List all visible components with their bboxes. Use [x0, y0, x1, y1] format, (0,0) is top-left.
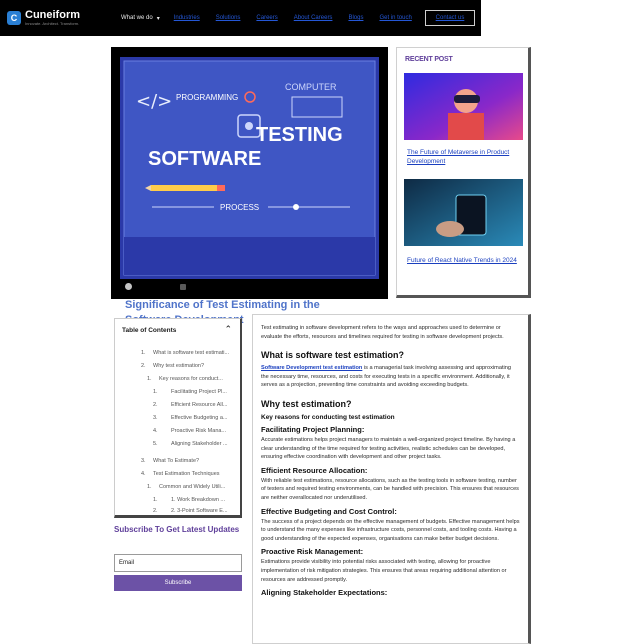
toc-item[interactable]: 3. What To Estimate? — [141, 458, 199, 464]
toc-item[interactable]: 1. Key reasons for conduct... — [147, 376, 223, 382]
toc-item[interactable]: 2. Why test estimation? — [141, 363, 204, 369]
nav-link-blogs[interactable]: Blogs — [348, 15, 363, 21]
what-paragraph: Software Development test estimation is … — [261, 365, 511, 389]
article-intro: Test estimating in software development … — [261, 325, 504, 340]
heading-efficient: Efficient Resource Allocation: — [261, 465, 368, 475]
nav-links: Industries Solutions Careers About Caree… — [174, 15, 428, 21]
hero-text-programming: PROGRAMMING — [176, 93, 238, 102]
software-development-link[interactable]: Software Development test estimation — [261, 365, 362, 371]
recent-post-panel: RECENT POST The Future of Metaverse in P… — [396, 47, 531, 298]
hero-text-testing: TESTING — [256, 124, 343, 146]
logo-tagline: Innovate. Architect. Transform. — [25, 21, 80, 26]
toc-item[interactable]: 5. Aligning Stakeholder ... — [153, 441, 228, 447]
chevron-up-icon[interactable]: ⌃ — [224, 324, 232, 335]
top-navbar: C Cuneiform Innovate. Architect. Transfo… — [0, 0, 481, 36]
chevron-down-icon: ▾ — [156, 15, 160, 22]
hero-card[interactable]: </> PROGRAMMING COMPUTER TESTING SOFTWAR… — [111, 47, 388, 326]
toc-item[interactable]: 1. What is software test estimati... — [141, 350, 229, 356]
logo-icon: C — [7, 11, 21, 25]
post-title-metaverse[interactable]: The Future of Metaverse in Product Devel… — [407, 148, 522, 166]
author-avatar — [125, 283, 132, 290]
toc-item[interactable]: 4. Proactive Risk Mana... — [153, 428, 226, 434]
risk-paragraph: Estimations provide visibility into pote… — [261, 559, 507, 583]
hero-text-process: PROCESS — [220, 203, 259, 212]
logo[interactable]: C Cuneiform Innovate. Architect. Transfo… — [7, 10, 80, 26]
hero-meta — [125, 283, 186, 290]
post-image-metaverse[interactable] — [404, 73, 523, 140]
toc-item[interactable]: 2. 2. 3-Point Software E... — [153, 508, 228, 514]
table-of-contents: Table of Contents ⌃ 1. What is software t… — [114, 318, 242, 518]
subscribe-button[interactable]: Subscribe — [114, 575, 242, 591]
toc-item[interactable]: 1. 1. Work Breakdown ... — [153, 497, 225, 503]
heading-budget: Effective Budgeting and Cost Control: — [261, 506, 397, 516]
recent-post-heading: RECENT POST — [405, 56, 453, 63]
toc-title: Table of Contents — [122, 327, 177, 334]
hero-text-software: SOFTWARE — [148, 148, 261, 170]
toc-item[interactable]: 1. Common and Widely Utili... — [147, 484, 225, 490]
toc-item[interactable]: 2. Efficient Resource All... — [153, 402, 227, 408]
facilitating-paragraph: Accurate estimations helps project manag… — [261, 436, 516, 461]
hero-image: </> PROGRAMMING COMPUTER TESTING SOFTWAR… — [120, 57, 379, 279]
efficient-paragraph: With reliable test estimations, resource… — [261, 477, 519, 501]
subscribe-heading: Subscribe To Get Latest Updates — [114, 525, 240, 534]
budget-paragraph: The success of a project depends on the … — [261, 518, 520, 542]
nav-link-about[interactable]: About Careers — [294, 15, 333, 21]
heading-facilitating: Facilitating Project Planning: — [261, 424, 365, 434]
toc-item[interactable]: 4. Test Estimation Techniques — [141, 471, 220, 477]
heading-why-test-estimation: Why test estimation? — [261, 398, 352, 409]
heading-risk: Proactive Risk Management: — [261, 547, 364, 557]
nav-what-we-do-label: What we do — [121, 15, 153, 21]
article-body: Test estimating in software development … — [252, 314, 531, 644]
logo-name: Cuneiform — [25, 9, 80, 21]
email-field[interactable]: Email — [114, 554, 242, 572]
post-title-react-native[interactable]: Future of React Native Trends in 2024 — [407, 256, 522, 265]
nav-what-we-do[interactable]: What we do ▾ — [121, 15, 160, 22]
contact-us-button[interactable]: Contact us — [425, 10, 475, 26]
svg-text:</>: </> — [136, 91, 172, 112]
nav-link-solutions[interactable]: Solutions — [216, 15, 241, 21]
calendar-icon — [180, 283, 186, 290]
hero-text-computer: COMPUTER — [285, 82, 337, 92]
nav-link-careers[interactable]: Careers — [256, 15, 277, 21]
nav-link-get-in-touch[interactable]: Get in touch — [379, 15, 411, 21]
heading-key-reasons: Key reasons for conducting test estimati… — [261, 413, 395, 421]
post-image-react-native[interactable] — [404, 179, 523, 246]
heading-what-is-test-estimation: What is software test estimation? — [261, 350, 405, 361]
toc-item[interactable]: 3. Effective Budgeting a... — [153, 415, 227, 421]
heading-align: Aligning Stakeholder Expectations: — [261, 588, 388, 598]
nav-link-industries[interactable]: Industries — [174, 15, 200, 21]
toc-item[interactable]: 1. Facilitating Project Pl... — [153, 389, 227, 395]
